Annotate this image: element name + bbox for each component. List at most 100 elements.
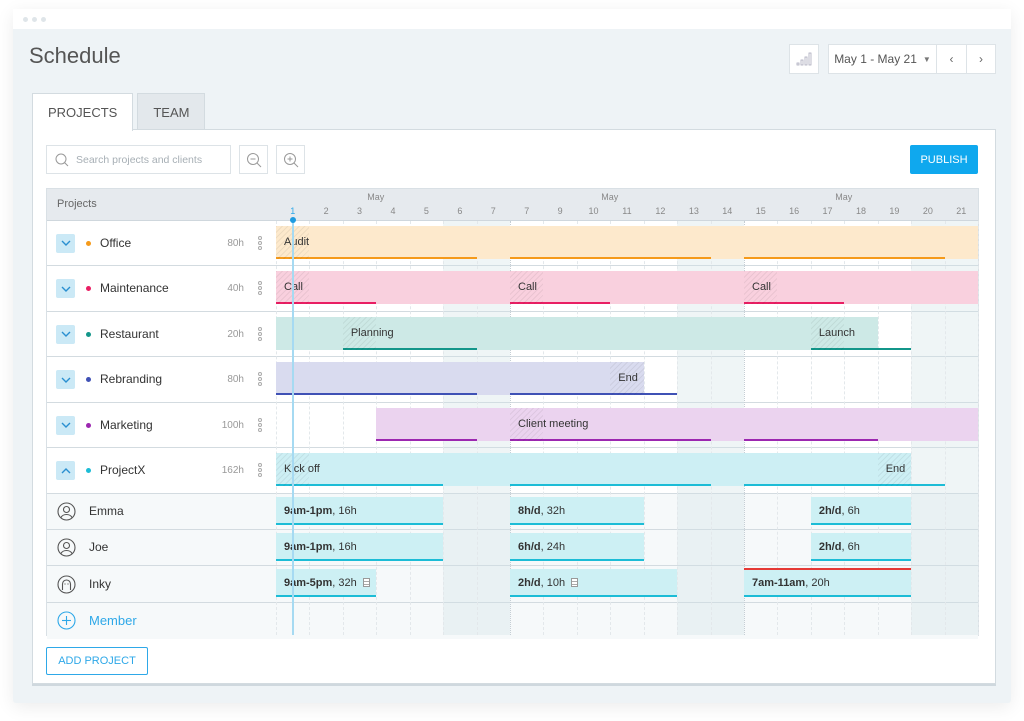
project-bar[interactable] <box>276 226 978 259</box>
project-info: Office 80h <box>47 221 276 265</box>
expand-toggle[interactable] <box>56 279 75 298</box>
search-input[interactable] <box>76 153 226 166</box>
bar-underline <box>510 595 678 597</box>
more-options-icon[interactable] <box>258 326 262 341</box>
grid-line <box>978 221 979 635</box>
day-label[interactable]: 7 <box>510 206 543 216</box>
bar-underline <box>744 257 945 259</box>
day-label[interactable]: 18 <box>844 206 877 216</box>
expand-toggle[interactable] <box>56 415 75 435</box>
member-name[interactable]: Inky <box>89 577 111 591</box>
add-member[interactable]: Member <box>47 603 276 639</box>
project-bar[interactable] <box>276 271 978 304</box>
expand-toggle[interactable] <box>56 324 75 344</box>
note-icon[interactable] <box>362 578 370 587</box>
day-label[interactable]: 11 <box>610 206 643 216</box>
project-bar[interactable] <box>276 362 644 395</box>
member-name[interactable]: Emma <box>89 504 124 518</box>
more-options-icon[interactable] <box>258 235 262 250</box>
project-name[interactable]: Rebranding <box>100 372 162 386</box>
project-name[interactable]: ProjectX <box>100 463 145 477</box>
expand-toggle[interactable] <box>56 370 75 389</box>
stats-button[interactable] <box>789 44 819 74</box>
date-range-select[interactable]: May 1 - May 21 ▼ <box>829 45 937 73</box>
schedule-grid: Projects May May May 1 2 3 4 5 6 7 7 9 10 11 12 13 14 15 1… <box>46 188 979 639</box>
chevron-down-icon <box>61 422 70 428</box>
project-color-dot <box>86 377 91 382</box>
day-label[interactable]: 4 <box>376 206 409 216</box>
tab-team[interactable]: TEAM <box>137 93 206 130</box>
milestone-label[interactable]: Call <box>752 281 771 293</box>
day-label[interactable]: 21 <box>945 206 978 216</box>
day-label[interactable]: 13 <box>677 206 710 216</box>
more-options-icon[interactable] <box>258 463 262 477</box>
bar-underline <box>744 484 945 486</box>
date-range-label: May 1 - May 21 <box>834 52 917 66</box>
zoom-out-button[interactable] <box>239 145 268 174</box>
day-label[interactable]: 19 <box>878 206 911 216</box>
member-info: Inky <box>47 566 276 602</box>
expand-toggle[interactable] <box>56 233 75 253</box>
milestone-label[interactable]: Client meeting <box>518 418 588 430</box>
project-bar[interactable] <box>376 408 978 441</box>
assignment-label: 7am-11am, 20h <box>752 577 830 589</box>
bar-underline <box>510 559 644 561</box>
publish-button[interactable]: PUBLISH <box>910 145 978 174</box>
milestone-label[interactable]: Kick off <box>284 463 320 475</box>
project-name[interactable]: Maintenance <box>100 281 169 295</box>
bar-chart-icon <box>796 52 812 66</box>
note-icon[interactable] <box>571 578 579 587</box>
assignment-hours: , 6h <box>841 505 860 517</box>
collapse-toggle[interactable] <box>56 461 75 480</box>
date-range-control: May 1 - May 21 ▼ ‹ › <box>828 44 996 74</box>
day-label[interactable]: 9 <box>543 206 576 216</box>
assignment-hours: , 16h <box>332 541 357 553</box>
project-name[interactable]: Restaurant <box>100 327 159 341</box>
plus-circle-icon <box>57 611 76 630</box>
prev-range-button[interactable]: ‹ <box>937 45 966 73</box>
member-name[interactable]: Joe <box>89 540 108 554</box>
today-marker <box>289 217 296 223</box>
bar-underline <box>810 523 912 525</box>
day-label[interactable]: 17 <box>811 206 844 216</box>
tab-projects[interactable]: PROJECTS <box>32 93 134 131</box>
day-label[interactable]: 20 <box>911 206 944 216</box>
day-label[interactable]: 16 <box>777 206 810 216</box>
project-hours: 40h <box>227 283 244 294</box>
day-label[interactable]: 5 <box>410 206 443 216</box>
today-line <box>291 219 294 635</box>
bar-underline <box>276 559 444 561</box>
add-member-label[interactable]: Member <box>89 613 137 628</box>
project-hours: 100h <box>221 419 244 431</box>
more-options-icon[interactable] <box>258 281 262 295</box>
day-label[interactable]: 14 <box>711 206 744 216</box>
more-options-icon[interactable] <box>258 417 262 432</box>
project-name[interactable]: Marketing <box>100 418 153 432</box>
next-range-button[interactable]: › <box>966 45 995 73</box>
add-project-button[interactable]: ADD PROJECT <box>46 647 148 675</box>
day-label[interactable]: 15 <box>744 206 777 216</box>
more-options-icon[interactable] <box>258 372 262 386</box>
project-bar[interactable] <box>276 453 912 486</box>
milestone-label[interactable]: Planning <box>351 327 394 339</box>
day-label[interactable]: 3 <box>343 206 376 216</box>
assignment-time: 2h/d <box>518 577 541 589</box>
zoom-in-button[interactable] <box>276 145 305 174</box>
chevron-up-icon <box>61 467 70 473</box>
bar-underline <box>276 393 477 395</box>
milestone-label[interactable]: End <box>886 463 906 475</box>
day-label[interactable]: 7 <box>477 206 510 216</box>
milestone-label[interactable]: End <box>618 372 638 384</box>
day-label[interactable]: 2 <box>309 206 342 216</box>
bar-underline <box>510 257 711 259</box>
day-label[interactable]: 12 <box>644 206 677 216</box>
day-label[interactable]: 1 <box>276 206 309 216</box>
project-name[interactable]: Office <box>100 236 131 250</box>
milestone-label[interactable]: Launch <box>819 327 855 339</box>
milestone-label[interactable]: Call <box>518 281 537 293</box>
assignment-label: 2h/d, 6h <box>819 505 860 517</box>
milestone-label[interactable]: Audit <box>284 236 309 248</box>
day-label[interactable]: 6 <box>443 206 476 216</box>
overbooked-indicator <box>744 568 912 570</box>
day-label[interactable]: 10 <box>577 206 610 216</box>
